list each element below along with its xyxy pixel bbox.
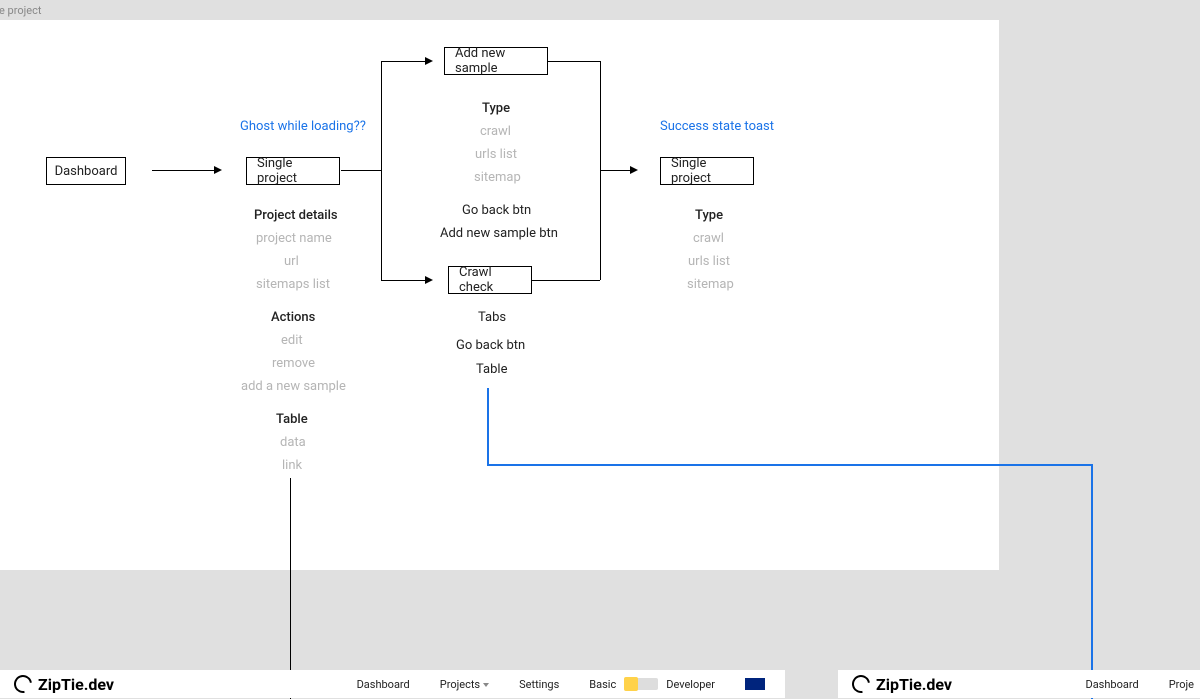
connector [600, 170, 630, 171]
connector [381, 61, 382, 280]
item-tabs: Tabs [478, 310, 506, 325]
item-link: link [282, 458, 302, 473]
heading-table: Table [276, 412, 308, 427]
heading-actions: Actions [271, 310, 315, 325]
node-single-project-2[interactable]: Single project [660, 157, 754, 185]
nav-settings[interactable]: Settings [519, 678, 559, 691]
heading-project-details: Project details [254, 208, 338, 223]
blue-connector [487, 388, 489, 466]
item-add-new-sample-btn: Add new sample btn [440, 226, 558, 241]
item-go-back-btn-2: Go back btn [456, 338, 525, 353]
item-project-name: project name [256, 231, 332, 246]
arrow-head-icon [425, 276, 433, 284]
item-sitemaps-list: sitemaps list [256, 277, 330, 292]
toggle-thumb [624, 677, 638, 691]
item-sitemap-2: sitemap [687, 277, 734, 292]
nav-projects-cropped[interactable]: Proje [1169, 678, 1194, 691]
brand-text: ZipTie.dev [38, 675, 114, 694]
role-toggle[interactable]: Basic Developer [589, 678, 715, 691]
arrow-head-icon [630, 166, 638, 174]
toggle-label-basic: Basic [589, 678, 616, 691]
connector [381, 61, 425, 62]
arrow [152, 170, 214, 171]
caret-down-icon [483, 683, 489, 687]
nav-dashboard[interactable]: Dashboard [1085, 678, 1138, 691]
nav-projects[interactable]: Projects [440, 678, 489, 691]
arrow-head-icon [425, 57, 433, 65]
connector [532, 280, 600, 281]
item-crawl-1: crawl [480, 124, 511, 139]
mockup-navbar-2: ZipTie.dev Dashboard Proje [838, 670, 1200, 698]
item-add-new-sample: add a new sample [241, 379, 346, 394]
blue-connector [1091, 464, 1093, 699]
node-dashboard[interactable]: Dashboard [46, 157, 126, 185]
node-crawl-check[interactable]: Crawl check [448, 266, 532, 294]
annotation-success: Success state toast [660, 119, 774, 134]
frame-label: e project [0, 4, 41, 17]
heading-type-2: Type [695, 208, 723, 223]
brand-icon [848, 671, 873, 696]
connector [381, 280, 425, 281]
toggle-track [624, 678, 658, 690]
brand[interactable]: ZipTie.dev [14, 675, 114, 694]
nav-dashboard[interactable]: Dashboard [357, 678, 410, 691]
brand[interactable]: ZipTie.dev [852, 675, 952, 694]
brand-text: ZipTie.dev [876, 675, 952, 694]
heading-type-1: Type [482, 101, 510, 116]
node-add-new-sample[interactable]: Add new sample [444, 47, 548, 75]
arrow-head-icon [214, 166, 222, 174]
item-remove: remove [272, 356, 315, 371]
connector-down-1 [290, 478, 291, 699]
node-single-project-1[interactable]: Single project [246, 157, 340, 185]
blue-connector [487, 464, 1093, 466]
toggle-label-developer: Developer [666, 678, 715, 691]
item-sitemap-1: sitemap [474, 170, 521, 185]
item-crawl-2: crawl [693, 231, 724, 246]
locale-flag-icon[interactable] [745, 678, 765, 690]
brand-icon [10, 671, 35, 696]
item-url: url [284, 254, 299, 269]
item-data: data [280, 435, 306, 450]
connector [548, 61, 600, 62]
mockup-navbar-1: ZipTie.dev Dashboard Projects Settings B… [0, 670, 785, 698]
item-edit: edit [281, 333, 303, 348]
item-table-2: Table [476, 362, 507, 377]
annotation-ghost: Ghost while loading?? [240, 119, 366, 134]
item-urls-list-2: urls list [688, 254, 730, 269]
item-urls-list-1: urls list [475, 147, 517, 162]
item-go-back-btn-1: Go back btn [462, 203, 531, 218]
connector [341, 170, 381, 171]
